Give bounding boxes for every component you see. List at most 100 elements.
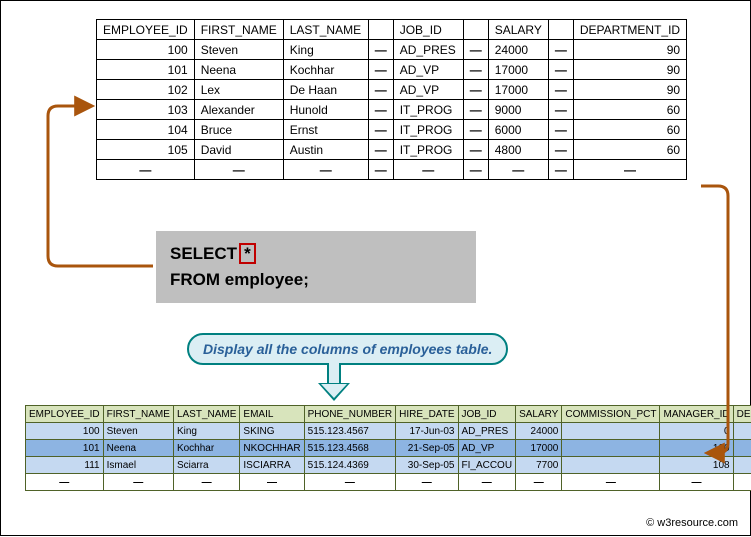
cell-hire-date: 30-Sep-05: [396, 457, 458, 474]
col-phone: PHONE_NUMBER: [304, 406, 395, 423]
table-row: 105DavidAustin—IT_PROG—4800—60: [97, 140, 687, 160]
cell-last-name: Hunold: [283, 100, 368, 120]
cell-department-id: 60: [573, 120, 686, 140]
table-row: 111IsmaelSciarraISCIARRA515.124.436930-S…: [26, 457, 751, 474]
cell-department-id: 60: [573, 100, 686, 120]
cell-gap: —: [368, 100, 393, 120]
cell-gap: —: [548, 120, 573, 140]
cell-gap: —: [463, 100, 488, 120]
cell-dash: —: [194, 160, 283, 180]
cell-first-name: Steven: [103, 423, 173, 440]
source-employee-table: EMPLOYEE_ID FIRST_NAME LAST_NAME JOB_ID …: [96, 19, 687, 180]
cell-gap: —: [548, 80, 573, 100]
callout-arrow-head-inner: [321, 384, 347, 398]
cell-employee-id: 104: [97, 120, 195, 140]
col-email: EMAIL: [240, 406, 304, 423]
cell-dash: —: [393, 160, 463, 180]
cell-department-id: 90: [573, 80, 686, 100]
cell-dash: —: [733, 474, 751, 491]
col-commission: COMMISSION_PCT: [562, 406, 660, 423]
cell-dash: —: [304, 474, 395, 491]
col-department-id: DEPARTMENT_ID: [733, 406, 751, 423]
cell-phone: 515.123.4568: [304, 440, 395, 457]
table-row: 101NeenaKochhar—AD_VP—17000—90: [97, 60, 687, 80]
cell-last-name: Kochhar: [283, 60, 368, 80]
cell-salary: 4800: [488, 140, 548, 160]
cell-first-name: Ismael: [103, 457, 173, 474]
cell-salary: 17000: [516, 440, 562, 457]
cell-employee-id: 101: [97, 60, 195, 80]
cell-gap: —: [463, 140, 488, 160]
cell-gap: —: [548, 100, 573, 120]
cell-dash: —: [573, 160, 686, 180]
cell-employee-id: 111: [26, 457, 104, 474]
col-last-name: LAST_NAME: [283, 20, 368, 40]
col-first-name: FIRST_NAME: [103, 406, 173, 423]
cell-salary: 17000: [488, 80, 548, 100]
cell-employee-id: 100: [97, 40, 195, 60]
cell-dash: —: [660, 474, 733, 491]
col-hire-date: HIRE_DATE: [396, 406, 458, 423]
cell-salary: 24000: [488, 40, 548, 60]
table-row: 103AlexanderHunold—IT_PROG—9000—60: [97, 100, 687, 120]
cell-phone: 515.124.4369: [304, 457, 395, 474]
col-manager-id: MANAGER_ID: [660, 406, 733, 423]
cell-last-name: King: [173, 423, 239, 440]
table-header-row: EMPLOYEE_ID FIRST_NAME LAST_NAME JOB_ID …: [97, 20, 687, 40]
cell-last-name: Sciarra: [173, 457, 239, 474]
table-row: 102LexDe Haan—AD_VP—17000—90: [97, 80, 687, 100]
cell-gap: —: [548, 60, 573, 80]
table-row: 100StevenKing—AD_PRES—24000—90: [97, 40, 687, 60]
cell-first-name: Alexander: [194, 100, 283, 120]
sql-star-wildcard: *: [239, 243, 256, 264]
col-department-id: DEPARTMENT_ID: [573, 20, 686, 40]
cell-dash: —: [516, 474, 562, 491]
cell-job-id: IT_PROG: [393, 140, 463, 160]
cell-first-name: Steven: [194, 40, 283, 60]
cell-last-name: De Haan: [283, 80, 368, 100]
cell-last-name: Austin: [283, 140, 368, 160]
col-salary: SALARY: [488, 20, 548, 40]
table-row-ellipsis: —————————: [97, 160, 687, 180]
cell-gap: —: [368, 60, 393, 80]
col-job-id: JOB_ID: [393, 20, 463, 40]
col-gap: [548, 20, 573, 40]
cell-department-id: 100: [733, 457, 751, 474]
cell-commission: [562, 423, 660, 440]
cell-job-id: IT_PROG: [393, 120, 463, 140]
cell-manager-id: 100: [660, 440, 733, 457]
cell-gap: —: [368, 140, 393, 160]
cell-dash: —: [488, 160, 548, 180]
cell-manager-id: 0: [660, 423, 733, 440]
cell-salary: 7700: [516, 457, 562, 474]
sql-query-box: SELECT* FROM employee;: [156, 231, 476, 303]
cell-gap: —: [548, 40, 573, 60]
cell-gap: —: [463, 120, 488, 140]
col-employee-id: EMPLOYEE_ID: [26, 406, 104, 423]
cell-department-id: 90: [733, 440, 751, 457]
cell-employee-id: 101: [26, 440, 104, 457]
cell-first-name: Lex: [194, 80, 283, 100]
cell-employee-id: 102: [97, 80, 195, 100]
cell-employee-id: 100: [26, 423, 104, 440]
cell-job-id: AD_PRES: [458, 423, 516, 440]
cell-department-id: 90: [573, 60, 686, 80]
cell-email: NKOCHHAR: [240, 440, 304, 457]
cell-employee-id: 103: [97, 100, 195, 120]
cell-department-id: 90: [733, 423, 751, 440]
cell-first-name: Neena: [194, 60, 283, 80]
table-row: 101NeenaKochharNKOCHHAR515.123.456821-Se…: [26, 440, 751, 457]
cell-employee-id: 105: [97, 140, 195, 160]
cell-first-name: David: [194, 140, 283, 160]
cell-first-name: Bruce: [194, 120, 283, 140]
cell-salary: 6000: [488, 120, 548, 140]
cell-job-id: FI_ACCOU: [458, 457, 516, 474]
cell-gap: —: [463, 60, 488, 80]
cell-salary: 24000: [516, 423, 562, 440]
cell-job-id: AD_VP: [393, 80, 463, 100]
cell-dash: —: [26, 474, 104, 491]
cell-job-id: AD_VP: [458, 440, 516, 457]
cell-gap: —: [548, 140, 573, 160]
cell-hire-date: 21-Sep-05: [396, 440, 458, 457]
sql-select-keyword: SELECT: [170, 244, 237, 263]
